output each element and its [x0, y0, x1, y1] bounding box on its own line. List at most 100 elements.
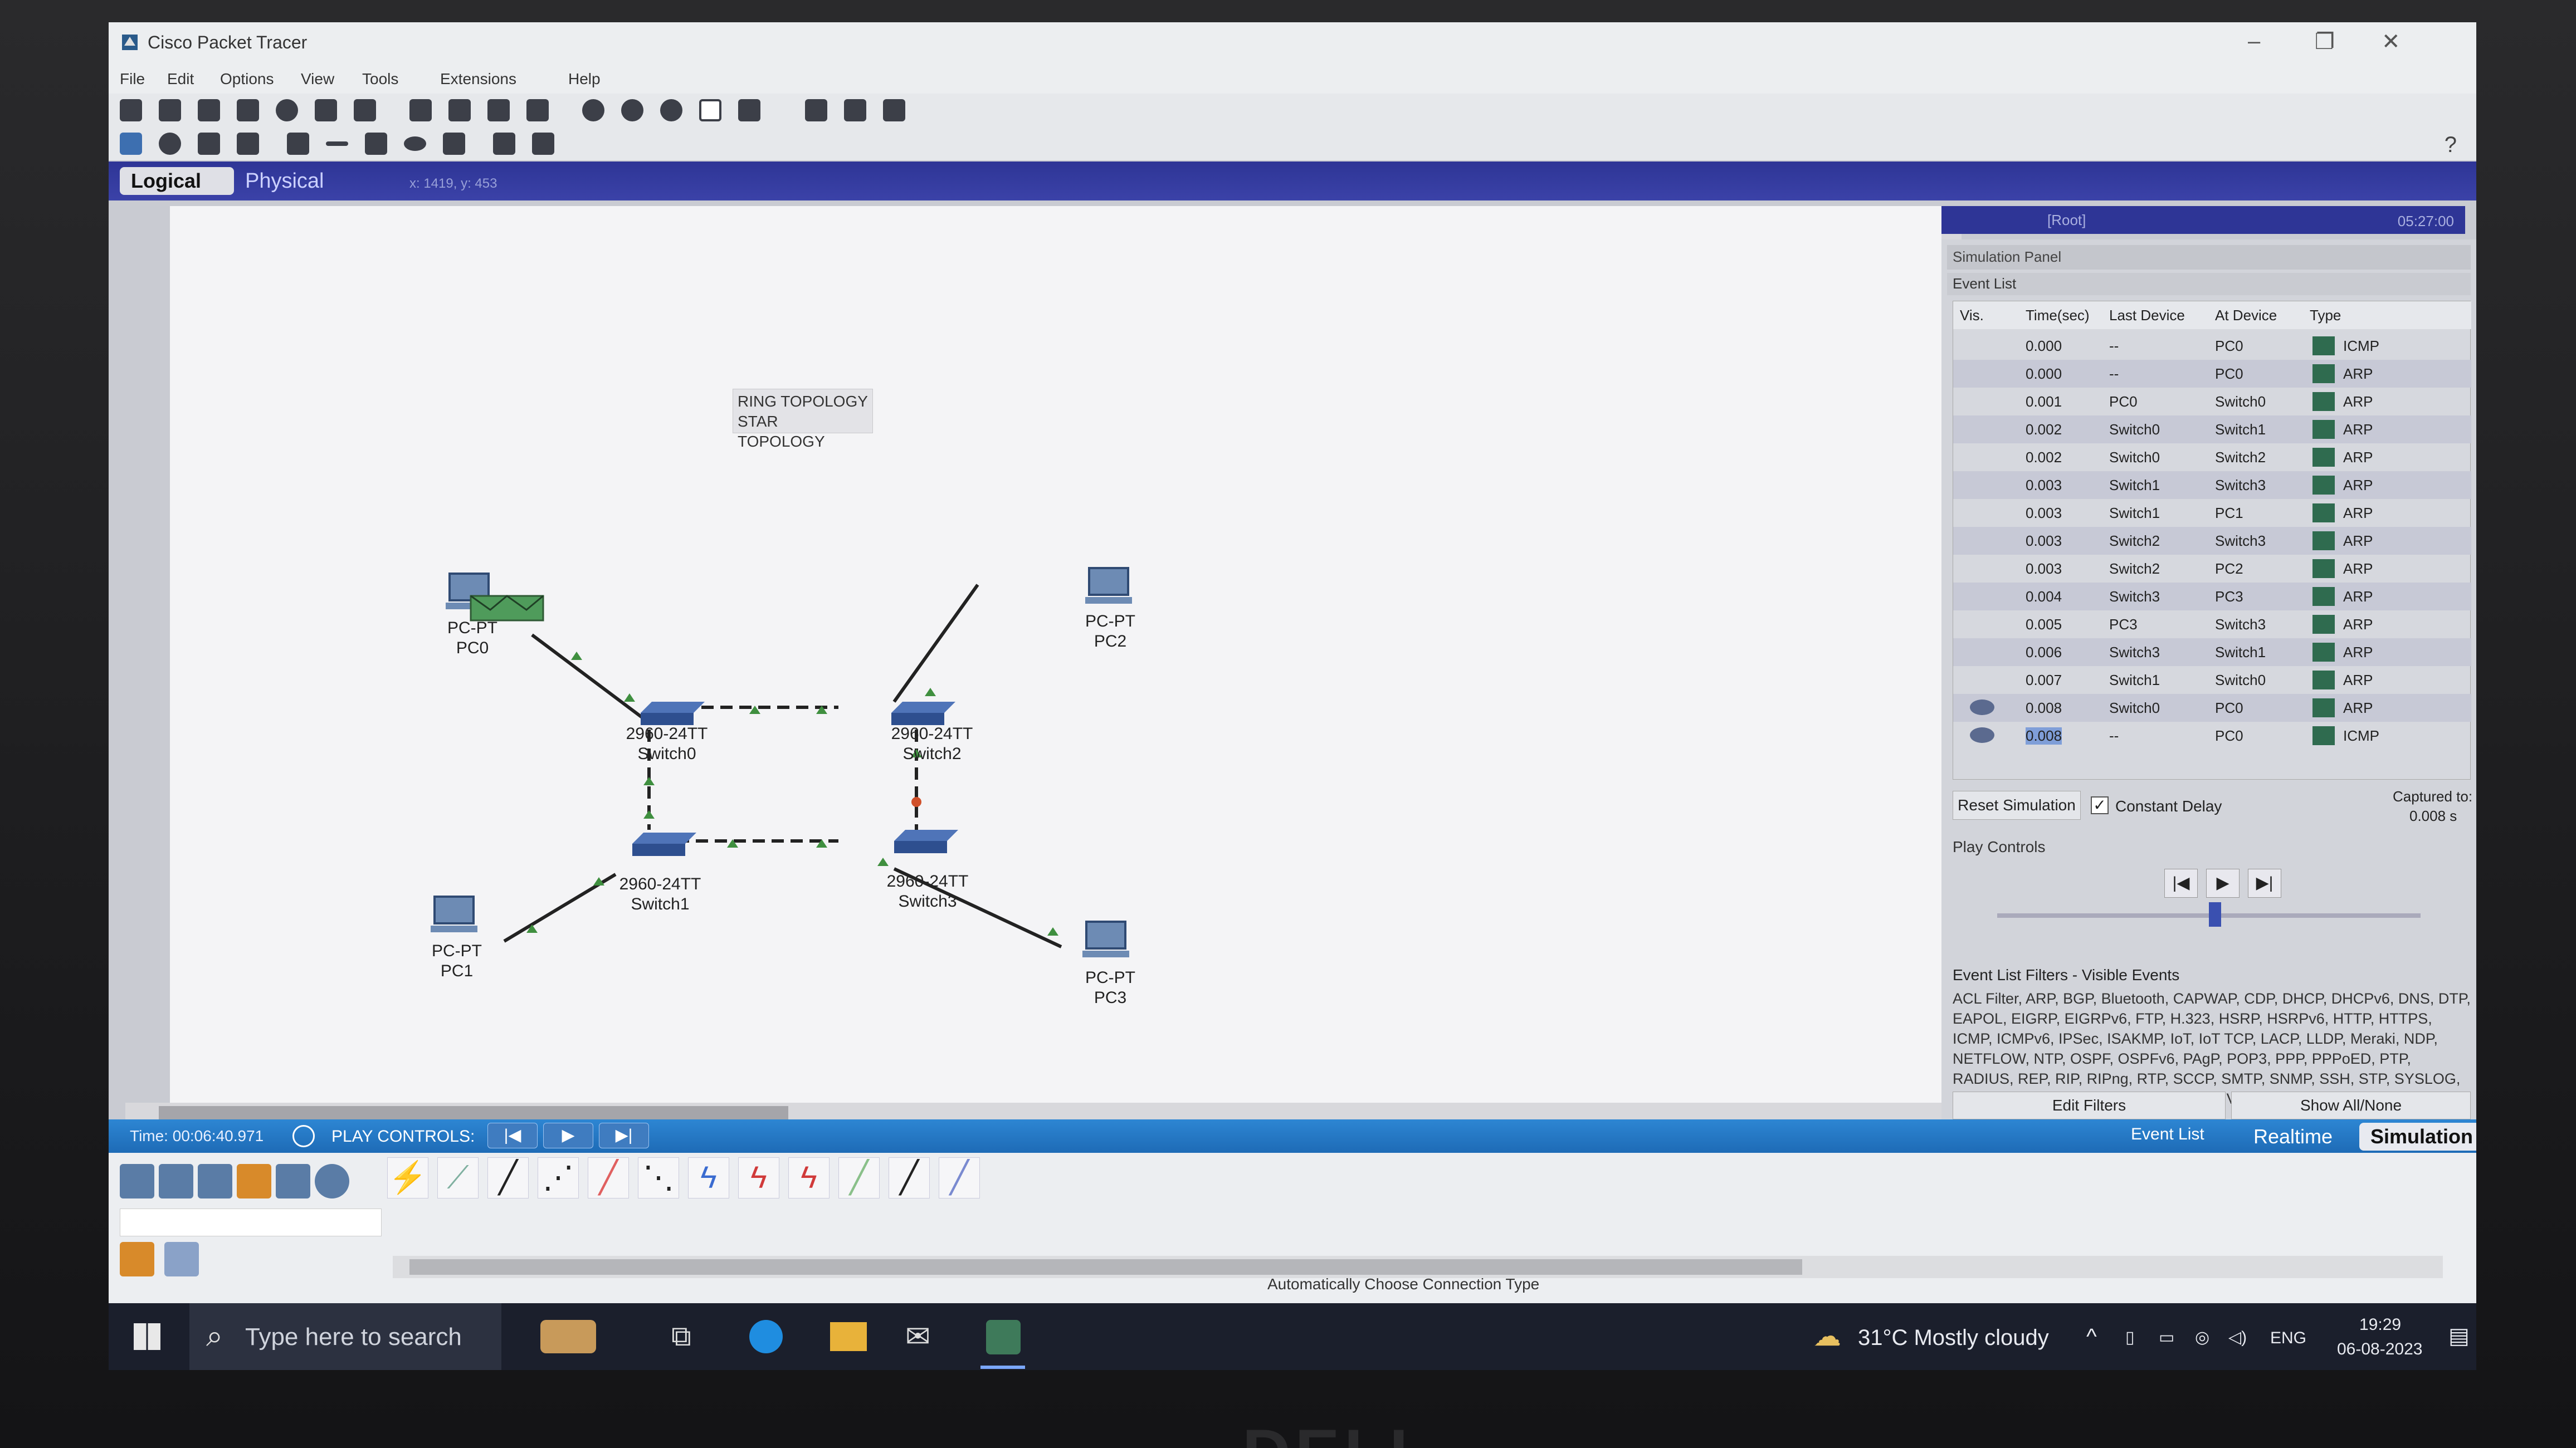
status-forward-button[interactable]: ▶|	[599, 1123, 649, 1148]
paste-icon[interactable]	[448, 99, 471, 121]
connections-icon[interactable]	[237, 1164, 271, 1198]
place-note-icon[interactable]	[287, 133, 309, 155]
draw-line-icon[interactable]	[326, 141, 348, 146]
draw-ellipse-icon[interactable]	[404, 136, 426, 151]
battery-icon[interactable]: ▭	[2159, 1328, 2174, 1347]
task-view-icon[interactable]: ⧉	[671, 1320, 691, 1353]
network-globe-icon[interactable]: ◎	[2195, 1328, 2209, 1347]
add-simple-pdu-icon[interactable]	[493, 133, 515, 155]
octal-cable-icon[interactable]: ╱	[838, 1157, 880, 1198]
menu-file[interactable]: File	[120, 70, 145, 88]
fiber-icon[interactable]: ╱	[588, 1157, 629, 1198]
auto-connection-icon[interactable]: ⚡	[387, 1157, 428, 1198]
activity-wizard-icon[interactable]	[276, 99, 298, 121]
minimize-button[interactable]: –	[2248, 29, 2260, 54]
scroll-thumb[interactable]	[409, 1259, 1802, 1275]
close-button[interactable]: ✕	[2382, 29, 2401, 55]
windows-start-icon[interactable]	[134, 1323, 160, 1350]
event-row[interactable]: 0.005 PC3 Switch3 ARP	[1953, 610, 2471, 638]
event-row[interactable]: 0.002 Switch0 Switch2 ARP	[1953, 443, 2471, 471]
visible-eye-icon[interactable]	[1970, 699, 1994, 715]
undo-icon[interactable]	[487, 99, 510, 121]
redo-icon[interactable]	[526, 99, 549, 121]
menu-tools[interactable]: Tools	[362, 70, 398, 88]
taskbar-date[interactable]: 06-08-2023	[2337, 1340, 2422, 1359]
taskbar-search-box[interactable]: ⌕ Type here to search	[189, 1303, 501, 1370]
back-button[interactable]: |◀	[2164, 869, 2198, 898]
zoom-out-icon[interactable]	[660, 99, 682, 121]
notifications-icon[interactable]: ▤	[2448, 1323, 2470, 1349]
device-icon[interactable]: ▯	[2125, 1328, 2135, 1347]
grid-view-icon[interactable]	[164, 1242, 199, 1276]
simulation-tab[interactable]: Simulation	[2359, 1123, 2476, 1151]
delete-icon[interactable]	[198, 133, 220, 155]
event-row[interactable]: 0.008 Switch0 PC0 ARP	[1953, 694, 2471, 722]
drawing-palette-icon[interactable]	[699, 99, 721, 121]
speed-slider-handle[interactable]	[2209, 902, 2221, 927]
select-icon[interactable]	[120, 133, 142, 155]
taskbar-time[interactable]: 19:29	[2359, 1315, 2401, 1334]
visible-eye-icon[interactable]	[1970, 727, 1994, 743]
custom-device-icon[interactable]	[354, 99, 376, 121]
view-command-log-icon[interactable]	[805, 99, 827, 121]
add-complex-pdu-icon[interactable]	[532, 133, 554, 155]
serial-dce-icon[interactable]: ϟ	[738, 1157, 779, 1198]
zoom-in-icon[interactable]	[582, 99, 604, 121]
save-icon[interactable]	[198, 99, 220, 121]
zoom-reset-icon[interactable]	[621, 99, 643, 121]
event-row[interactable]: 0.003 Switch1 Switch3 ARP	[1953, 471, 2471, 499]
reset-simulation-button[interactable]: Reset Simulation	[1953, 791, 2081, 820]
event-row[interactable]: 0.008 -- PC0 ICMP	[1953, 722, 2471, 750]
constant-delay-checkbox[interactable]: ✓	[2091, 796, 2109, 814]
miscellaneous-icon[interactable]	[276, 1164, 310, 1198]
root-breadcrumb[interactable]: [Root]	[2047, 212, 2086, 229]
weather-text[interactable]: 31°C Mostly cloudy	[1858, 1325, 2049, 1351]
tab-physical[interactable]: Physical	[245, 169, 324, 193]
event-row[interactable]: 0.004 Switch3 PC3 ARP	[1953, 583, 2471, 610]
help-icon[interactable]: ?	[2445, 133, 2457, 158]
end-devices-icon[interactable]	[159, 1164, 193, 1198]
event-row[interactable]: 0.003 Switch2 PC2 ARP	[1953, 555, 2471, 583]
packet-tracer-taskbar-icon[interactable]	[986, 1320, 1021, 1354]
draw-rectangle-icon[interactable]	[365, 133, 387, 155]
search-highlight-icon[interactable]	[540, 1320, 596, 1353]
menu-edit[interactable]: Edit	[167, 70, 194, 88]
device-subtype-field[interactable]	[120, 1209, 382, 1236]
connections-subtype-icon[interactable]	[120, 1242, 154, 1276]
event-row[interactable]: 0.001 PC0 Switch0 ARP	[1953, 388, 2471, 415]
language-indicator[interactable]: ENG	[2270, 1329, 2306, 1348]
console-cable-icon[interactable]: ⟋	[437, 1157, 479, 1198]
weather-icon[interactable]: ☁	[1813, 1320, 1841, 1352]
freeform-icon[interactable]	[443, 133, 465, 155]
screenshot-icon[interactable]	[883, 99, 905, 121]
show-hidden-icons-icon[interactable]: ^	[2086, 1324, 2097, 1349]
copy-icon[interactable]	[409, 99, 432, 121]
open-folder-icon[interactable]	[159, 99, 181, 121]
status-play-button[interactable]: ▶	[543, 1123, 593, 1148]
menu-view[interactable]: View	[301, 70, 334, 88]
coaxial-icon[interactable]: ϟ	[688, 1157, 729, 1198]
logical-workspace[interactable]: RING TOPOLOGY STAR TOPOLOGY PC-PT PC0 PC…	[170, 206, 1941, 1108]
new-file-icon[interactable]	[120, 99, 142, 121]
show-all-none-button[interactable]: Show All/None	[2231, 1092, 2471, 1119]
custom-devices-dialog-icon[interactable]	[738, 99, 760, 121]
mail-icon[interactable]: ✉	[905, 1319, 930, 1354]
edit-filters-button[interactable]: Edit Filters	[1953, 1092, 2226, 1119]
event-row[interactable]: 0.007 Switch1 Switch0 ARP	[1953, 666, 2471, 694]
network-devices-icon[interactable]	[120, 1164, 154, 1198]
event-row[interactable]: 0.002 Switch0 Switch1 ARP	[1953, 415, 2471, 443]
phone-cable-icon[interactable]: ⋱	[638, 1157, 679, 1198]
pdu-icon[interactable]	[844, 99, 866, 121]
menu-options[interactable]: Options	[220, 70, 274, 88]
menu-extensions[interactable]: Extensions	[440, 70, 516, 88]
serial-dte-icon[interactable]: ϟ	[788, 1157, 830, 1198]
event-row[interactable]: 0.000 -- PC0 ICMP	[1953, 332, 2471, 360]
menu-help[interactable]: Help	[568, 70, 601, 88]
copper-cross-icon[interactable]: ⋰	[538, 1157, 579, 1198]
inspect-icon[interactable]	[159, 133, 181, 155]
print-icon[interactable]	[237, 99, 259, 121]
event-row[interactable]: 0.006 Switch3 Switch1 ARP	[1953, 638, 2471, 666]
volume-icon[interactable]: ◁)	[2228, 1328, 2247, 1347]
resize-shape-icon[interactable]	[237, 133, 259, 155]
network-info-icon[interactable]	[315, 99, 337, 121]
